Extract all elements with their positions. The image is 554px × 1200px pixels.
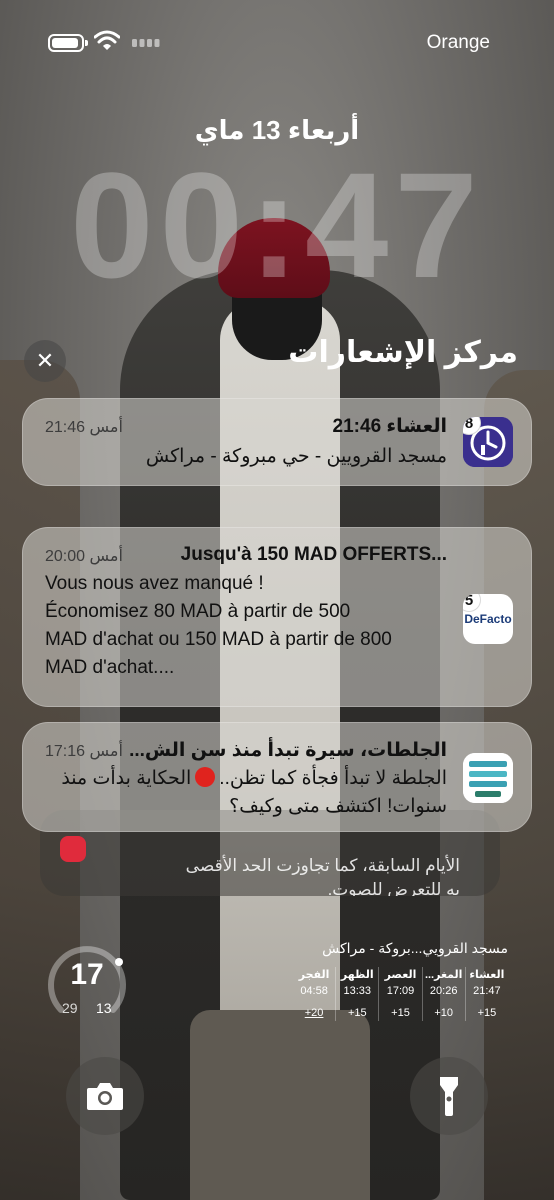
weather-widget[interactable]: 17 29 13 xyxy=(46,940,128,1022)
temperature-low: 29 xyxy=(62,1000,78,1016)
notification-count-badge: 5 xyxy=(463,594,481,612)
notification-time: أمس 17:16 xyxy=(45,743,123,760)
prayer-column: الفجر 04:58 +20 xyxy=(298,969,330,1019)
prayer-column: العشاء 21:47 +15 xyxy=(464,967,508,1021)
notification-center-title: مركز الإشعارات xyxy=(288,336,518,369)
notification-defacto[interactable]: DeFacto 5 Jusqu'à 150 MAD OFFERTS... أمس… xyxy=(22,527,532,707)
notification-body: Vous nous avez manqué ! Économisez 80 MA… xyxy=(45,573,392,678)
prayer-column: العصر 17:09 +15 xyxy=(378,967,421,1021)
notification-title: Jusqu'à 150 MAD OFFERTS... xyxy=(180,544,447,565)
temperature-high: 13 xyxy=(96,1000,112,1016)
camera-icon xyxy=(87,1083,123,1110)
flashlight-button[interactable] xyxy=(410,1057,488,1135)
almaany-app-icon xyxy=(463,753,513,803)
app-icon xyxy=(60,836,86,862)
notification-almaany[interactable]: الجلطات، سيرة تبدأ منذ سن الش... أمس 17:… xyxy=(22,722,532,832)
notification-title: الجلطات، سيرة تبدأ منذ سن الش... xyxy=(129,740,447,761)
signal-icon xyxy=(132,39,160,47)
status-bar: Orange xyxy=(0,28,554,58)
current-temperature: 17 xyxy=(70,958,104,991)
notification-body: الجلطة لا تبدأ فجأة كما تظن..الحكاية بدأ… xyxy=(61,767,447,817)
notification-body: مسجد القرويين - حي مبروكة - مراكش xyxy=(145,446,447,467)
stacked-notification-text: الأيام السابقة، كما تجاوزت الحد الأقصى ب… xyxy=(185,856,460,896)
camera-button[interactable] xyxy=(66,1057,144,1135)
lock-clock: 00:47 xyxy=(70,141,484,309)
prayer-column: الظهر 13:33 +15 xyxy=(335,967,378,1021)
defacto-app-icon: DeFacto 5 xyxy=(463,594,513,644)
notification-time: أمس 21:46 xyxy=(45,419,123,436)
clock-app-icon: 8 xyxy=(463,417,513,467)
wallpaper-trousers xyxy=(190,1010,370,1200)
prayer-times-widget[interactable]: مسجد القرويي...بروكة - مراكش العشاء 21:4… xyxy=(293,940,508,1021)
wifi-icon xyxy=(94,30,120,50)
close-button[interactable]: ✕ xyxy=(24,340,66,382)
notification-time: أمس 20:00 xyxy=(45,548,123,565)
notification-prayer[interactable]: 8 العشاء 21:46 أمس 21:46 مسجد القرويين -… xyxy=(22,398,532,486)
stop-sign-icon xyxy=(195,767,216,787)
prayer-column: المغر... 20:26 +10 xyxy=(421,967,465,1021)
carrier-label: Orange xyxy=(426,32,490,53)
close-icon: ✕ xyxy=(35,348,55,373)
notification-title: العشاء 21:46 xyxy=(332,416,447,437)
prayer-widget-title: مسجد القرويي...بروكة - مراكش xyxy=(322,940,508,956)
flashlight-icon xyxy=(440,1077,458,1116)
battery-icon xyxy=(48,34,88,52)
